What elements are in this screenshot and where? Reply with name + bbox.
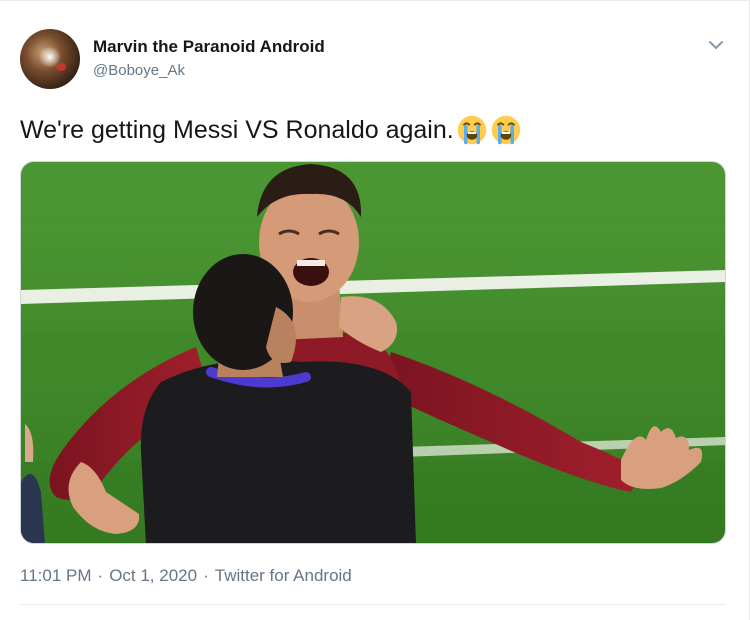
- tweet-text-row: We're getting Messi VS Ronaldo again.: [20, 114, 522, 146]
- loudly-crying-face-icon: [491, 115, 520, 145]
- user-handle[interactable]: @Boboye_Ak: [93, 62, 185, 79]
- avatar-detail: [56, 63, 66, 71]
- tweet-media-photo[interactable]: [20, 161, 726, 544]
- divider: [20, 604, 726, 605]
- tweet-date[interactable]: Oct 1, 2020: [109, 566, 197, 585]
- tweet-time[interactable]: 11:01 PM: [20, 566, 92, 585]
- user-avatar[interactable]: [20, 29, 80, 89]
- tweet-card: Marvin the Paranoid Android @Boboye_Ak W…: [0, 0, 750, 620]
- tweet-source[interactable]: Twitter for Android: [215, 566, 352, 585]
- football-photo-image: [21, 162, 725, 543]
- meta-separator: ·: [97, 566, 104, 585]
- tweet-text: We're getting Messi VS Ronaldo again.: [20, 115, 454, 144]
- meta-separator: ·: [203, 566, 209, 585]
- chevron-down-icon[interactable]: [706, 35, 726, 55]
- loudly-crying-face-icon: [457, 115, 486, 145]
- tweet-meta: 11:01 PM · Oct 1, 2020 · Twitter for Android: [20, 566, 352, 586]
- user-display-name[interactable]: Marvin the Paranoid Android: [93, 37, 325, 57]
